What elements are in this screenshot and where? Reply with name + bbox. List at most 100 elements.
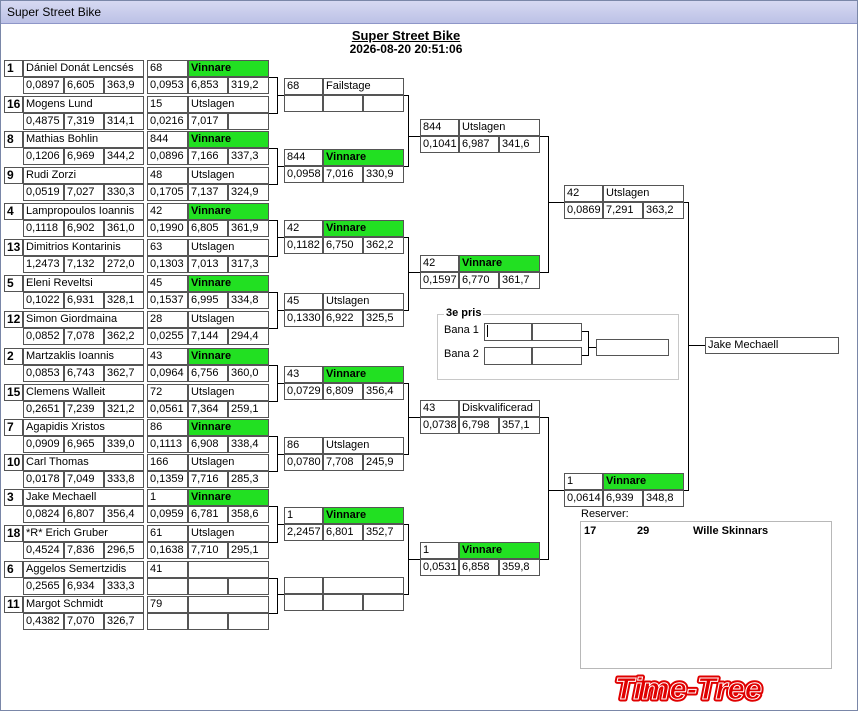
race-number[interactable]: 86	[284, 437, 323, 454]
race-result[interactable]: Vinnare	[323, 220, 404, 237]
speed	[363, 594, 404, 611]
reserves-list[interactable]: 17 29 Wille Skinnars	[580, 521, 832, 669]
race-number[interactable]: 844	[147, 131, 188, 148]
race-result[interactable]: Vinnare	[188, 131, 269, 148]
race-result[interactable]: Vinnare	[188, 275, 269, 292]
race-result[interactable]: Vinnare	[323, 149, 404, 166]
seed-number: 3	[4, 489, 23, 506]
third-prize-winner-field[interactable]	[596, 339, 669, 356]
elapsed-time: 6,605	[64, 77, 104, 94]
competitor-name[interactable]: Agapidis Xristos	[23, 419, 144, 436]
lane1-number-field[interactable]	[484, 323, 532, 341]
race-number[interactable]: 41	[147, 561, 188, 578]
race-result[interactable]: Vinnare	[188, 203, 269, 220]
race-number[interactable]: 42	[420, 255, 459, 272]
race-number[interactable]: 844	[284, 149, 323, 166]
race-result[interactable]: Utslagen	[188, 239, 269, 256]
result-elapsed-time: 7,144	[188, 328, 228, 345]
competitor-name[interactable]: Clemens Walleit	[23, 384, 144, 401]
race-number[interactable]: 45	[284, 293, 323, 310]
race-number[interactable]: 48	[147, 167, 188, 184]
lane1-result-field[interactable]	[532, 323, 582, 341]
race-result[interactable]: Utslagen	[603, 185, 684, 202]
race-result[interactable]: Utslagen	[323, 293, 404, 310]
reaction-time: 0,2651	[23, 401, 64, 418]
race-result[interactable]: Utslagen	[188, 525, 269, 542]
race-number[interactable]: 1	[420, 542, 459, 559]
race-result[interactable]: Utslagen	[323, 437, 404, 454]
competitor-name[interactable]: Dimitrios Kontarinis	[23, 239, 144, 256]
competitor-name[interactable]: Lampropoulos Ioannis	[23, 203, 144, 220]
race-number[interactable]: 68	[147, 60, 188, 77]
reaction-time: 0,0824	[23, 506, 64, 523]
reaction-time: 0,1041	[420, 136, 459, 153]
race-result[interactable]: Vinnare	[188, 419, 269, 436]
race-number[interactable]: 42	[284, 220, 323, 237]
race-result[interactable]: Utslagen	[188, 96, 269, 113]
race-number[interactable]: 15	[147, 96, 188, 113]
race-result[interactable]: Vinnare	[188, 348, 269, 365]
competitor-name[interactable]: Margot Schmidt	[23, 596, 144, 613]
race-number[interactable]: 86	[147, 419, 188, 436]
race-result[interactable]: Vinnare	[323, 507, 404, 524]
race-number[interactable]: 68	[284, 78, 323, 95]
speed: 330,9	[363, 166, 404, 183]
bracket-connector	[408, 237, 409, 311]
speed: 362,2	[363, 237, 404, 254]
bracket-connector	[688, 202, 689, 491]
race-result[interactable]: Vinnare	[459, 255, 540, 272]
race-number[interactable]: 1	[147, 489, 188, 506]
race-number[interactable]: 61	[147, 525, 188, 542]
race-number[interactable]: 43	[147, 348, 188, 365]
competitor-name[interactable]: Carl Thomas	[23, 454, 144, 471]
race-result[interactable]: Vinnare	[188, 60, 269, 77]
race-number[interactable]: 43	[284, 366, 323, 383]
competitor-name[interactable]: Mathias Bohlin	[23, 131, 144, 148]
race-result[interactable]	[188, 596, 269, 613]
competitor-name[interactable]: *R* Erich Gruber	[23, 525, 144, 542]
race-number[interactable]: 45	[147, 275, 188, 292]
race-result[interactable]: Vinnare	[188, 489, 269, 506]
final-winner-box[interactable]: Jake Mechaell	[705, 337, 839, 354]
race-result[interactable]: Failstage	[323, 78, 404, 95]
race-number[interactable]: 63	[147, 239, 188, 256]
competitor-name[interactable]: Dániel Donát Lencsés	[23, 60, 144, 77]
lane2-result-field[interactable]	[532, 347, 582, 365]
competitor-name[interactable]: Martzaklis Ioannis	[23, 348, 144, 365]
race-number[interactable]: 28	[147, 311, 188, 328]
race-number[interactable]: 1	[564, 473, 603, 490]
competitor-name[interactable]: Simon Giordmaina	[23, 311, 144, 328]
race-result[interactable]: Vinnare	[603, 473, 684, 490]
race-number[interactable]: 79	[147, 596, 188, 613]
race-result[interactable]: Vinnare	[459, 542, 540, 559]
race-number[interactable]: 1	[284, 507, 323, 524]
lane2-number-field[interactable]	[484, 347, 532, 365]
speed: 361,7	[499, 272, 540, 289]
race-result[interactable]: Utslagen	[188, 311, 269, 328]
competitor-name[interactable]: Mogens Lund	[23, 96, 144, 113]
race-result[interactable]	[323, 577, 404, 594]
race-number[interactable]: 166	[147, 454, 188, 471]
race-number[interactable]: 42	[564, 185, 603, 202]
competitor-name[interactable]: Aggelos Semertzidis	[23, 561, 144, 578]
race-number[interactable]: 72	[147, 384, 188, 401]
race-result[interactable]: Utslagen	[188, 167, 269, 184]
race-number[interactable]	[284, 577, 323, 594]
competitor-name[interactable]: Rudi Zorzi	[23, 167, 144, 184]
race-number[interactable]: 42	[147, 203, 188, 220]
competitor-name[interactable]: Jake Mechaell	[23, 489, 144, 506]
seed-number: 18	[4, 525, 23, 542]
competitor-name[interactable]: Eleni Reveltsi	[23, 275, 144, 292]
race-number[interactable]: 844	[420, 119, 459, 136]
race-number[interactable]: 43	[420, 400, 459, 417]
race-result[interactable]: Vinnare	[323, 366, 404, 383]
race-result[interactable]: Utslagen	[459, 119, 540, 136]
race-result[interactable]: Diskvalificerad	[459, 400, 540, 417]
race-result[interactable]: Utslagen	[188, 384, 269, 401]
race-result[interactable]	[188, 561, 269, 578]
elapsed-time: 6,969	[64, 148, 104, 165]
lane2-label: Bana 2	[444, 348, 479, 360]
result-reaction-time: 0,0896	[147, 148, 188, 165]
race-result[interactable]: Utslagen	[188, 454, 269, 471]
speed: 357,1	[499, 417, 540, 434]
